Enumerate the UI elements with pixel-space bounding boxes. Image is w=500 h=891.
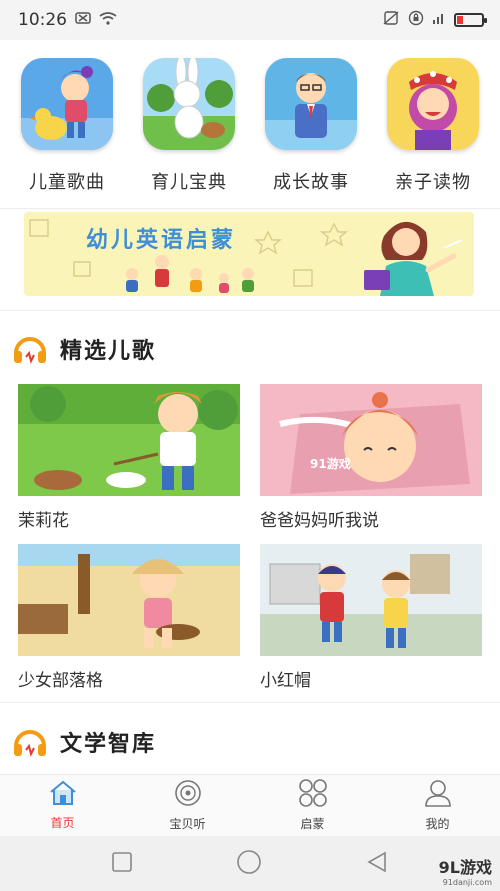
- site-watermark: 9L游戏 91danji.com: [439, 854, 492, 887]
- user-icon: [424, 779, 452, 811]
- parent-child-reading-icon[interactable]: [387, 58, 479, 150]
- parenting-icon[interactable]: [143, 58, 235, 150]
- section-header-selected-songs: 精选儿歌: [12, 331, 156, 367]
- video-thumbnail[interactable]: [18, 384, 240, 496]
- video-card[interactable]: 91游戏 爸爸妈妈听我说: [260, 384, 482, 531]
- category-growth-stories[interactable]: 成长故事: [251, 58, 371, 208]
- recent-apps-button[interactable]: [111, 851, 133, 877]
- home-button[interactable]: [236, 849, 262, 879]
- category-label: 成长故事: [273, 172, 349, 193]
- category-row: 儿童歌曲 育儿宝典 成长故事 亲子读物: [0, 58, 500, 208]
- notification-icon: [75, 12, 91, 28]
- signal-icon: [432, 11, 446, 29]
- video-thumbnail[interactable]: [260, 544, 482, 656]
- video-title: 少女部落格: [18, 671, 103, 691]
- section-title: 精选儿歌: [60, 339, 157, 364]
- battery-icon: [454, 13, 487, 27]
- watermark-logo: 9L游戏: [438, 858, 492, 877]
- bottom-navigation: 首页 宝贝听 启蒙 我的: [0, 774, 500, 836]
- category-label: 亲子读物: [395, 172, 471, 193]
- video-title: 茉莉花: [18, 511, 69, 531]
- section-header-literature: 文学智库: [12, 724, 156, 760]
- back-button[interactable]: [365, 850, 389, 878]
- children-songs-icon[interactable]: [21, 58, 113, 150]
- status-bar: 10:26: [0, 0, 500, 40]
- video-card[interactable]: 小红帽: [260, 544, 482, 691]
- english-enlightenment-banner[interactable]: 幼儿英语启蒙: [24, 212, 474, 296]
- category-label: 儿童歌曲: [29, 172, 105, 193]
- category-children-songs[interactable]: 儿童歌曲: [7, 58, 127, 208]
- headphones-icon: [12, 724, 48, 760]
- svg-text:91游戏: 91游戏: [310, 456, 351, 471]
- nav-label: 宝贝听: [169, 817, 206, 831]
- divider: [0, 310, 500, 311]
- video-thumbnail[interactable]: [18, 544, 240, 656]
- category-parent-child-reading[interactable]: 亲子读物: [373, 58, 493, 208]
- nav-mine[interactable]: 我的: [375, 775, 500, 836]
- watermark-url: 91danji.com: [442, 878, 492, 887]
- nav-label: 我的: [425, 817, 450, 831]
- video-title: 小红帽: [260, 671, 311, 691]
- growth-stories-icon[interactable]: [265, 58, 357, 150]
- category-label: 育儿宝典: [151, 172, 227, 193]
- category-parenting[interactable]: 育儿宝典: [129, 58, 249, 208]
- home-icon: [48, 780, 78, 810]
- no-sim-icon: [382, 11, 400, 29]
- wifi-icon: [99, 11, 117, 29]
- video-card[interactable]: 少女部落格: [18, 544, 240, 691]
- video-card[interactable]: 茉莉花: [18, 384, 240, 531]
- headphones-icon: [12, 331, 48, 367]
- status-time: 10:26: [18, 10, 67, 30]
- lock-rotation-icon: [408, 10, 424, 30]
- divider: [0, 702, 500, 703]
- section-title: 文学智库: [60, 732, 157, 757]
- video-title: 爸爸妈妈听我说: [260, 511, 379, 531]
- disc-icon: [174, 779, 202, 811]
- divider: [0, 208, 500, 209]
- system-navigation-bar: 9L游戏 91danji.com: [0, 836, 500, 891]
- grid-icon: [298, 779, 328, 811]
- nav-home[interactable]: 首页: [0, 775, 125, 836]
- nav-enlightenment[interactable]: 启蒙: [250, 775, 375, 836]
- nav-label: 首页: [50, 816, 75, 830]
- nav-listen[interactable]: 宝贝听: [125, 775, 250, 836]
- nav-label: 启蒙: [300, 817, 325, 831]
- banner-title: 幼儿英语启蒙: [86, 228, 237, 253]
- video-thumbnail[interactable]: 91游戏: [260, 384, 482, 496]
